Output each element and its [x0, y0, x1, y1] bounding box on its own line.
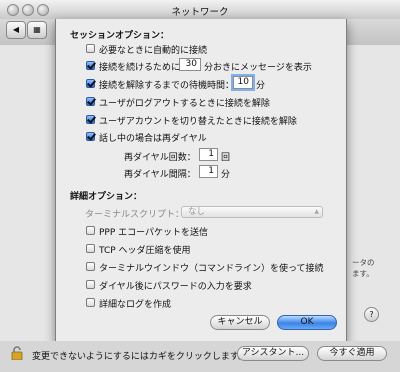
- checkbox-label: 接続を続けるために: [99, 63, 181, 73]
- redial-count-field[interactable]: 1: [199, 148, 218, 161]
- background-text: ます。: [352, 269, 374, 278]
- terminal-script-popup[interactable]: なし ▲: [181, 206, 323, 218]
- ppp-options-sheet: セッションオプション： 必要なときに自動的に接続 接続を続けるために 30 分お…: [55, 19, 347, 342]
- session-options-heading: セッションオプション：: [70, 31, 170, 41]
- terminal-script-label: ターミナルスクリプト：: [85, 210, 185, 220]
- terminal-script-value: なし: [188, 207, 206, 217]
- help-icon[interactable]: ?: [364, 307, 379, 322]
- lock-message: 変更できないようにするにはカギをクリックします。: [32, 352, 248, 362]
- checkbox-label: ダイヤル後にパスワードの入力を要求: [99, 282, 252, 292]
- checkbox-label: 分おきにメッセージを表示: [204, 63, 312, 73]
- assistant-button[interactable]: アシスタント...: [237, 346, 309, 361]
- checkbox-label: 分: [256, 81, 266, 91]
- send-ppp-echo-checkbox[interactable]: [86, 226, 95, 235]
- checkbox-label: ターミナルウインドウ（コマンドライン）を使って接続: [99, 264, 324, 274]
- ok-button[interactable]: OK: [277, 315, 337, 330]
- title-bar: ネットワーク: [0, 0, 400, 20]
- prompt-password-after-dial-checkbox[interactable]: [86, 280, 95, 289]
- disconnect-on-logout-checkbox[interactable]: [86, 97, 95, 106]
- checkbox-label: ユーザアカウントを切り替えたときに接続を解除: [99, 117, 297, 127]
- redial-if-busy-checkbox[interactable]: [86, 132, 95, 141]
- checkbox-label: PPP エコーパケットを送信: [99, 228, 209, 238]
- cancel-button[interactable]: キャンセル: [210, 315, 270, 330]
- verbose-logging-checkbox[interactable]: [86, 298, 95, 307]
- window-title: ネットワーク: [171, 7, 229, 18]
- connect-automatically-checkbox[interactable]: [86, 44, 95, 53]
- show-all-icon[interactable]: ▦: [27, 21, 47, 39]
- lock-icon[interactable]: [11, 346, 23, 360]
- disconnect-on-user-switch-checkbox[interactable]: [86, 115, 95, 124]
- back-icon[interactable]: ◀: [6, 21, 26, 39]
- redial-count-label: 再ダイヤル回数：: [124, 153, 196, 163]
- idle-time-field[interactable]: 10: [231, 74, 255, 91]
- disconnect-idle-checkbox[interactable]: [86, 79, 95, 88]
- checkbox-label: ユーザがログアウトするときに接続を解除: [99, 99, 270, 109]
- background-text: ータの: [352, 258, 375, 267]
- redial-interval-unit: 分: [221, 170, 231, 180]
- terminal-window-connect-checkbox[interactable]: [86, 262, 95, 271]
- checkbox-label: 詳細なログを作成: [99, 300, 172, 310]
- checkbox-label: 話し中の場合は再ダイヤル: [99, 134, 207, 144]
- checkbox-label: 接続を解除するまでの待機時間：: [99, 81, 235, 91]
- prompt-to-stay-connected-checkbox[interactable]: [86, 61, 95, 70]
- prompt-interval-field[interactable]: 30: [179, 58, 201, 71]
- redial-interval-field[interactable]: 1: [199, 165, 218, 178]
- checkbox-label: 必要なときに自動的に接続: [99, 46, 208, 56]
- advanced-options-heading: 詳細オプション：: [70, 192, 143, 202]
- checkbox-label: TCP ヘッダ圧縮を使用: [99, 246, 191, 256]
- bottom-bar: 変更できないようにするにはカギをクリックします。 アシスタント... 今すぐ適用: [0, 341, 400, 372]
- redial-count-unit: 回: [221, 153, 231, 163]
- tcp-header-compression-checkbox[interactable]: [86, 244, 95, 253]
- popup-arrows-icon: ▲: [314, 208, 319, 215]
- apply-now-button[interactable]: 今すぐ適用: [317, 346, 387, 361]
- redial-interval-label: 再ダイヤル間隔：: [124, 170, 196, 180]
